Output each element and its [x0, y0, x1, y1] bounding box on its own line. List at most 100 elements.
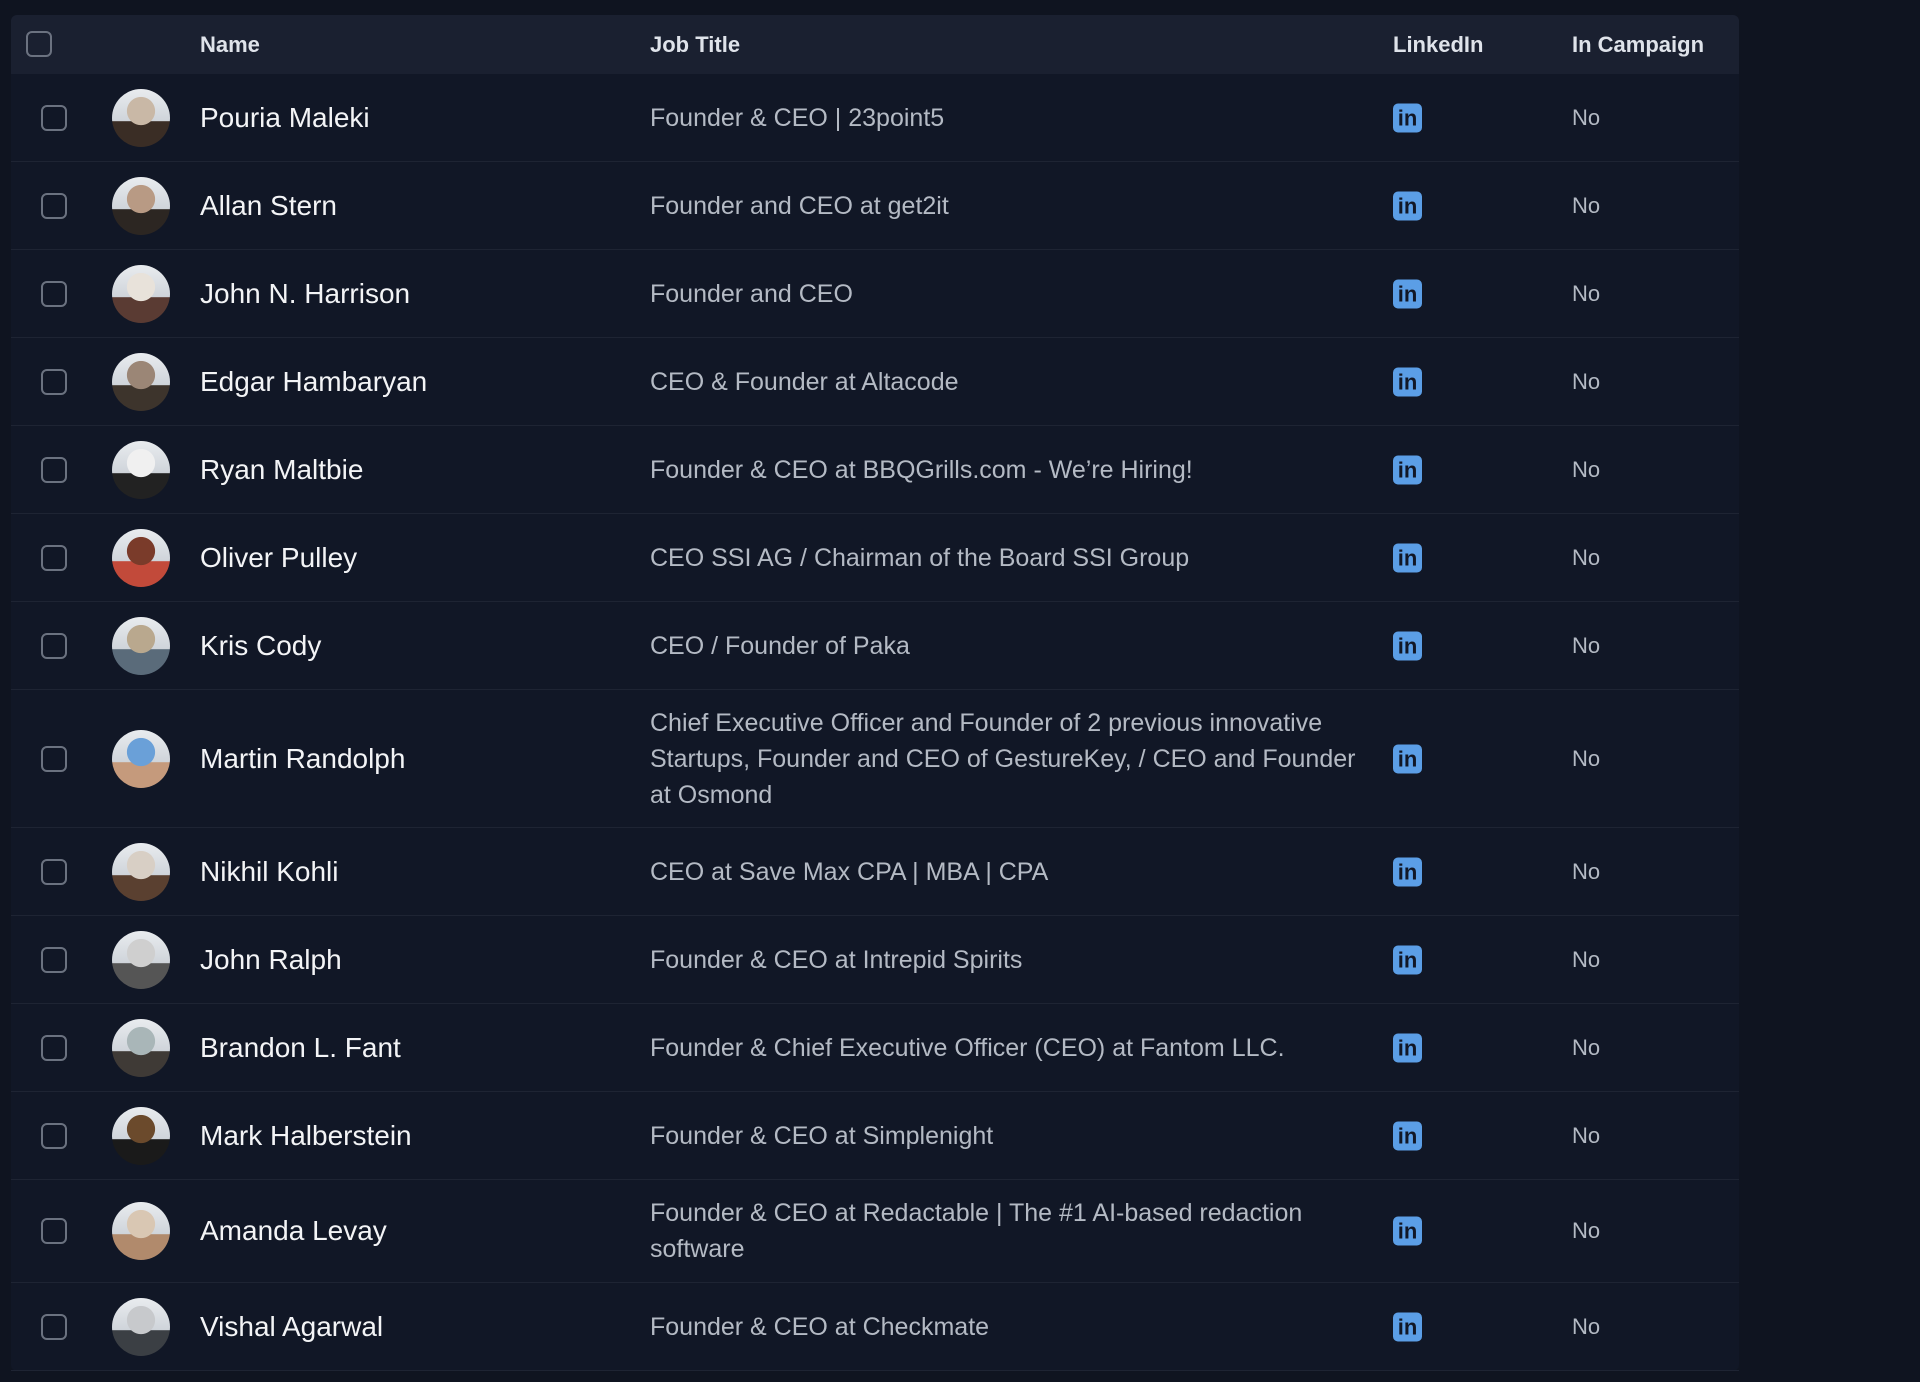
row-checkbox[interactable]: [41, 544, 67, 571]
avatar: [112, 88, 170, 147]
linkedin-icon[interactable]: in: [1393, 191, 1422, 220]
contacts-page: Name Job Title LinkedIn In Campaign Pour…: [0, 0, 1920, 1382]
table-row[interactable]: John Ralph Founder & CEO at Intrepid Spir…: [11, 916, 1739, 1004]
in-campaign-value: No: [1572, 280, 1601, 306]
table-row[interactable]: John N. Harrison Founder and CEO in No: [11, 250, 1739, 338]
table-body: Pouria Maleki Founder & CEO | 23point5 in N…: [11, 74, 1739, 1371]
contact-name[interactable]: Nikhil Kohli: [200, 856, 339, 888]
contact-name[interactable]: Vishal Agarwal: [200, 1311, 383, 1343]
job-title: Founder and CEO at get2it: [650, 191, 949, 220]
header-linkedin[interactable]: LinkedIn: [1393, 32, 1483, 58]
row-checkbox[interactable]: [41, 104, 67, 131]
table-row[interactable]: Nikhil Kohli CEO at Save Max CPA | MBA | …: [11, 828, 1739, 916]
in-campaign-value: No: [1572, 632, 1601, 658]
row-checkbox[interactable]: [41, 858, 67, 885]
row-checkbox[interactable]: [41, 280, 67, 307]
row-checkbox[interactable]: [41, 946, 67, 973]
linkedin-icon[interactable]: in: [1393, 857, 1422, 886]
contact-name[interactable]: Oliver Pulley: [200, 542, 357, 574]
linkedin-icon[interactable]: in: [1393, 367, 1422, 396]
table-row[interactable]: Allan Stern Founder and CEO at get2it in No: [11, 162, 1739, 250]
in-campaign-value: No: [1572, 1034, 1601, 1060]
row-checkbox[interactable]: [41, 632, 67, 659]
in-campaign-value: No: [1572, 858, 1601, 884]
contact-name[interactable]: Allan Stern: [200, 190, 337, 222]
avatar: [112, 176, 170, 235]
job-title: Chief Executive Officer and Founder of 2…: [650, 708, 1356, 809]
job-title: CEO / Founder of Paka: [650, 631, 910, 660]
contact-name[interactable]: John N. Harrison: [200, 278, 410, 310]
contact-name[interactable]: John Ralph: [200, 944, 342, 976]
avatar: [112, 616, 170, 675]
row-checkbox[interactable]: [41, 1122, 67, 1149]
row-checkbox[interactable]: [41, 1218, 67, 1244]
table-row[interactable]: Vishal Agarwal Founder & CEO at Checkmate…: [11, 1283, 1739, 1371]
linkedin-icon[interactable]: in: [1393, 279, 1422, 308]
in-campaign-value: No: [1572, 1218, 1601, 1243]
in-campaign-value: No: [1572, 745, 1601, 771]
avatar: [112, 352, 170, 411]
avatar: [112, 440, 170, 499]
table-row[interactable]: Martin Randolph Chief Executive Officer a…: [11, 690, 1739, 828]
avatar: [112, 264, 170, 323]
in-campaign-value: No: [1572, 946, 1601, 972]
row-checkbox[interactable]: [41, 192, 67, 219]
table-header: Name Job Title LinkedIn In Campaign: [11, 15, 1739, 74]
in-campaign-value: No: [1572, 368, 1601, 394]
header-job-title[interactable]: Job Title: [650, 32, 740, 58]
linkedin-icon[interactable]: in: [1393, 945, 1422, 974]
contact-name[interactable]: Amanda Levay: [200, 1215, 387, 1247]
job-title: Founder & CEO at BBQGrills.com - We’re H…: [650, 455, 1193, 484]
linkedin-icon[interactable]: in: [1393, 744, 1422, 773]
contact-name[interactable]: Kris Cody: [200, 630, 321, 662]
job-title: Founder & CEO at Redactable | The #1 AI-…: [650, 1199, 1303, 1263]
linkedin-icon[interactable]: in: [1393, 1033, 1422, 1062]
in-campaign-value: No: [1572, 456, 1601, 482]
table-row[interactable]: Edgar Hambaryan CEO & Founder at Altacode…: [11, 338, 1739, 426]
table-row[interactable]: Mark Halberstein Founder & CEO at Simplen…: [11, 1092, 1739, 1180]
row-checkbox[interactable]: [41, 1034, 67, 1061]
table-row[interactable]: Amanda Levay Founder & CEO at Redactable …: [11, 1180, 1739, 1283]
linkedin-icon[interactable]: in: [1393, 1216, 1422, 1246]
row-checkbox[interactable]: [41, 745, 67, 772]
linkedin-icon[interactable]: in: [1393, 1312, 1422, 1341]
linkedin-icon[interactable]: in: [1393, 103, 1422, 132]
avatar: [112, 1106, 170, 1165]
contacts-table: Name Job Title LinkedIn In Campaign Pour…: [11, 15, 1739, 1371]
contact-name[interactable]: Edgar Hambaryan: [200, 366, 427, 398]
linkedin-icon[interactable]: in: [1393, 631, 1422, 660]
in-campaign-value: No: [1572, 544, 1601, 570]
table-row[interactable]: Ryan Maltbie Founder & CEO at BBQGrills.c…: [11, 426, 1739, 514]
select-all-checkbox[interactable]: [26, 31, 52, 57]
avatar: [112, 930, 170, 989]
job-title: CEO & Founder at Altacode: [650, 367, 959, 396]
job-title: Founder & CEO at Simplenight: [650, 1121, 994, 1150]
contact-name[interactable]: Mark Halberstein: [200, 1120, 412, 1152]
job-title: CEO at Save Max CPA | MBA | CPA: [650, 857, 1049, 886]
linkedin-icon[interactable]: in: [1393, 1121, 1422, 1150]
row-checkbox[interactable]: [41, 456, 67, 483]
avatar: [112, 1018, 170, 1077]
contact-name[interactable]: Ryan Maltbie: [200, 454, 363, 486]
header-in-campaign[interactable]: In Campaign: [1572, 32, 1704, 58]
table-row[interactable]: Kris Cody CEO / Founder of Paka in No: [11, 602, 1739, 690]
job-title: Founder & CEO | 23point5: [650, 103, 945, 132]
in-campaign-value: No: [1572, 192, 1601, 218]
avatar: [112, 729, 170, 788]
in-campaign-value: No: [1572, 1313, 1601, 1339]
in-campaign-value: No: [1572, 104, 1601, 130]
avatar: [112, 1202, 170, 1260]
table-row[interactable]: Pouria Maleki Founder & CEO | 23point5 in N…: [11, 74, 1739, 162]
table-row[interactable]: Brandon L. Fant Founder & Chief Executive…: [11, 1004, 1739, 1092]
avatar: [112, 842, 170, 901]
row-checkbox[interactable]: [41, 368, 67, 395]
linkedin-icon[interactable]: in: [1393, 455, 1422, 484]
contact-name[interactable]: Brandon L. Fant: [200, 1032, 401, 1064]
job-title: Founder & CEO at Checkmate: [650, 1312, 990, 1341]
contact-name[interactable]: Martin Randolph: [200, 743, 405, 775]
linkedin-icon[interactable]: in: [1393, 543, 1422, 572]
contact-name[interactable]: Pouria Maleki: [200, 102, 370, 134]
header-name[interactable]: Name: [200, 32, 260, 58]
row-checkbox[interactable]: [41, 1313, 67, 1340]
table-row[interactable]: Oliver Pulley CEO SSI AG / Chairman of th…: [11, 514, 1739, 602]
